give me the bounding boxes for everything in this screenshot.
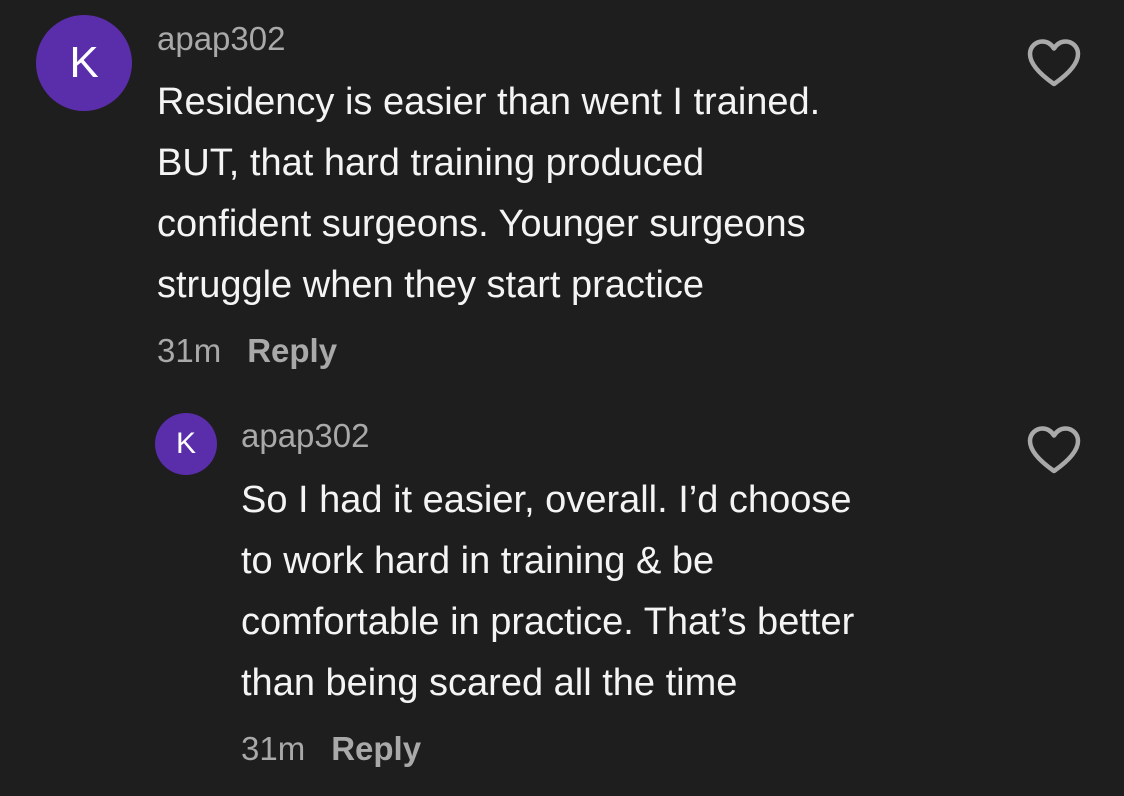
comment-username[interactable]: apap302 [241, 417, 369, 455]
avatar[interactable]: K [155, 413, 217, 475]
avatar-letter: K [175, 427, 196, 460]
comment-timestamp: 31m [241, 730, 306, 767]
comment-meta: 31m Reply [157, 332, 337, 370]
avatar-letter: K [69, 38, 99, 87]
avatar[interactable]: K [36, 15, 132, 111]
heart-outline-icon[interactable] [1026, 38, 1082, 88]
comment-username[interactable]: apap302 [157, 20, 285, 58]
reply-button[interactable]: Reply [331, 730, 421, 768]
reply-button[interactable]: Reply [247, 332, 337, 370]
comment-meta: 31m Reply [241, 730, 421, 768]
heart-outline-icon[interactable] [1026, 425, 1082, 475]
comment-text: So I had it easier, overall. I’d choose … [241, 479, 855, 704]
comment-timestamp: 31m [157, 332, 222, 369]
comment-text: Residency is easier than went I trained.… [157, 81, 821, 306]
